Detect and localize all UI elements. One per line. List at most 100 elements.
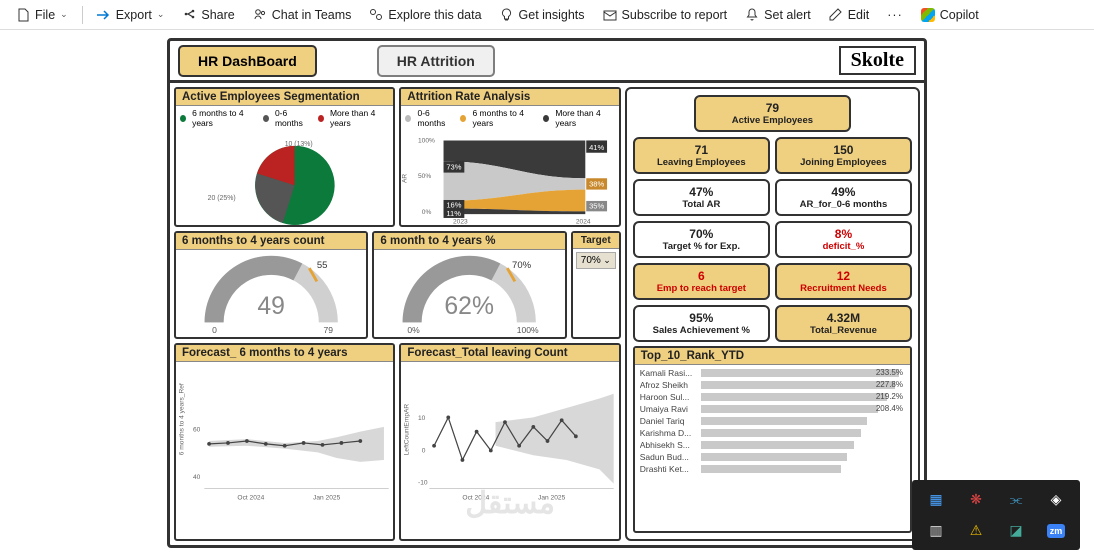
chevron-down-icon: ⌄ bbox=[60, 9, 68, 20]
subscribe-icon bbox=[603, 8, 617, 22]
bar-row[interactable]: Haroon Sul...219.2% bbox=[640, 392, 905, 402]
kpi-card[interactable]: 95%Sales Achievement % bbox=[633, 305, 770, 342]
copilot-label: Copilot bbox=[940, 8, 979, 22]
explore-label: Explore this data bbox=[388, 8, 481, 22]
svg-text:10 (13%): 10 (13%) bbox=[285, 141, 313, 148]
kpi-label: Recruitment Needs bbox=[779, 283, 908, 294]
kpi-card[interactable]: 49%AR_for_0-6 months bbox=[775, 179, 912, 216]
bar-value: 219.2% bbox=[876, 392, 903, 401]
bar-row[interactable]: Afroz Sheikh227.8% bbox=[640, 380, 905, 390]
kpi-card[interactable]: 6Emp to reach target bbox=[633, 263, 770, 300]
svg-text:100%: 100% bbox=[517, 325, 539, 335]
share-icon bbox=[182, 8, 196, 22]
share-button[interactable]: Share bbox=[174, 5, 242, 25]
target-dropdown[interactable]: 70% ⌄ bbox=[576, 252, 616, 269]
kpi-label: Emp to reach target bbox=[637, 283, 766, 294]
taskbar-app-1[interactable]: ▦ bbox=[918, 486, 954, 513]
bar-row[interactable]: Sadun Bud... bbox=[640, 452, 905, 462]
svg-text:LeftCountEmpAR: LeftCountEmpAR bbox=[404, 404, 411, 456]
kpi-card[interactable]: 12Recruitment Needs bbox=[775, 263, 912, 300]
bell-icon bbox=[745, 8, 759, 22]
kpi-value: 95% bbox=[637, 311, 766, 325]
explore-button[interactable]: Explore this data bbox=[361, 5, 489, 25]
subscribe-button[interactable]: Subscribe to report bbox=[595, 5, 736, 25]
chevron-down-icon: ⌄ bbox=[157, 9, 165, 20]
svg-text:40: 40 bbox=[193, 474, 201, 481]
kpi-card[interactable]: 47%Total AR bbox=[633, 179, 770, 216]
report-canvas: HR DashBoard HR Attrition Skolte Active … bbox=[0, 30, 1094, 558]
edit-button[interactable]: Edit bbox=[821, 5, 878, 25]
taskbar-app-3[interactable]: ⫘ bbox=[998, 486, 1034, 513]
segmentation-panel[interactable]: Active Employees Segmentation 6 months t… bbox=[174, 87, 395, 227]
bar-name: Abhisekh S... bbox=[640, 440, 698, 450]
bar-row[interactable]: Umaiya Ravi208.4% bbox=[640, 404, 905, 414]
subscribe-label: Subscribe to report bbox=[622, 8, 728, 22]
bar-row[interactable]: Kamali Rasi...233.5% bbox=[640, 368, 905, 378]
svg-text:100%: 100% bbox=[418, 137, 435, 144]
export-menu[interactable]: Export ⌄ bbox=[89, 5, 173, 25]
forecast-2-panel[interactable]: Forecast_Total leaving Count مستقل LeftC… bbox=[399, 343, 620, 541]
chat-teams-button[interactable]: Chat in Teams bbox=[245, 5, 360, 25]
bar-row[interactable]: Abhisekh S... bbox=[640, 440, 905, 450]
pencil-icon bbox=[829, 8, 843, 22]
svg-text:10: 10 bbox=[418, 415, 426, 422]
taskbar-app-6[interactable]: ⚠ bbox=[958, 517, 994, 544]
bar-row[interactable]: Drashti Ket... bbox=[640, 464, 905, 474]
kpi-label: Active Employees bbox=[698, 115, 846, 126]
kpi-label: Total AR bbox=[637, 199, 766, 210]
kpi-card[interactable]: 150Joining Employees bbox=[775, 137, 912, 174]
bar-name: Drashti Ket... bbox=[640, 464, 698, 474]
kpi-card[interactable]: 8%deficit_% bbox=[775, 221, 912, 258]
kpi-card[interactable]: 79Active Employees bbox=[694, 95, 850, 132]
taskbar-app-5[interactable]: ▥ bbox=[918, 517, 954, 544]
insights-button[interactable]: Get insights bbox=[492, 5, 593, 25]
kpi-card[interactable]: 70%Target % for Exp. bbox=[633, 221, 770, 258]
alert-button[interactable]: Set alert bbox=[737, 5, 819, 25]
svg-text:35%: 35% bbox=[589, 202, 604, 211]
attrition-panel[interactable]: Attrition Rate Analysis 0-6 months 6 mon… bbox=[399, 87, 620, 227]
gauge-count-panel[interactable]: 6 months to 4 years count 55 49 0 79 bbox=[174, 231, 368, 339]
edit-label: Edit bbox=[848, 8, 870, 22]
forecast-1-panel[interactable]: Forecast_ 6 months to 4 years 6 months t… bbox=[174, 343, 395, 541]
copilot-button[interactable]: Copilot bbox=[913, 5, 987, 25]
kpi-card[interactable]: 4.32MTotal_Revenue bbox=[775, 305, 912, 342]
kpi-value: 47% bbox=[637, 185, 766, 199]
svg-text:70%: 70% bbox=[512, 260, 532, 271]
kpi-label: Sales Achievement % bbox=[637, 325, 766, 336]
kpi-card[interactable]: 71Leaving Employees bbox=[633, 137, 770, 174]
bar-row[interactable]: Daniel Tariq bbox=[640, 416, 905, 426]
svg-text:Jan 2025: Jan 2025 bbox=[313, 495, 341, 502]
taskbar-app-2[interactable]: ❋ bbox=[958, 486, 994, 513]
svg-text:0: 0 bbox=[422, 447, 426, 454]
segmentation-legend: 6 months to 4 years 0-6 months More than… bbox=[176, 106, 393, 130]
taskbar-app-8[interactable]: zm bbox=[1038, 517, 1074, 544]
svg-text:79: 79 bbox=[324, 325, 334, 335]
export-label: Export bbox=[116, 8, 152, 22]
attrition-title: Attrition Rate Analysis bbox=[401, 89, 618, 106]
file-menu[interactable]: File ⌄ bbox=[8, 5, 76, 25]
kpi-label: Leaving Employees bbox=[637, 157, 766, 168]
taskbar-app-4[interactable]: ◈ bbox=[1038, 486, 1074, 513]
svg-text:62%: 62% bbox=[445, 293, 495, 320]
segmentation-title: Active Employees Segmentation bbox=[176, 89, 393, 106]
taskbar-overlay: ▦ ❋ ⫘ ◈ ▥ ⚠ ◪ zm bbox=[912, 480, 1080, 550]
top10-panel[interactable]: Top_10_Rank_YTD Kamali Rasi...233.5%Afro… bbox=[633, 346, 912, 533]
target-slicer[interactable]: Target 70% ⌄ bbox=[571, 231, 621, 339]
attrition-legend: 0-6 months 6 months to 4 years More than… bbox=[401, 106, 618, 130]
svg-text:38%: 38% bbox=[589, 180, 604, 189]
kpi-value: 6 bbox=[637, 269, 766, 283]
gauge-pct-panel[interactable]: 6 month to 4 years % 70% 62% 0% 100% bbox=[372, 231, 566, 339]
file-icon bbox=[16, 8, 30, 22]
bar-value: 208.4% bbox=[876, 404, 903, 413]
svg-text:20 (25%): 20 (25%) bbox=[208, 195, 236, 202]
svg-text:2023: 2023 bbox=[453, 219, 468, 226]
bar-name: Afroz Sheikh bbox=[640, 380, 698, 390]
kpi-label: AR_for_0-6 months bbox=[779, 199, 908, 210]
bar-row[interactable]: Karishma D... bbox=[640, 428, 905, 438]
hr-attrition-button[interactable]: HR Attrition bbox=[377, 45, 495, 77]
svg-text:0%: 0% bbox=[408, 325, 421, 335]
app-toolbar: File ⌄ Export ⌄ Share Chat in Teams Expl… bbox=[0, 0, 1094, 30]
hr-dashboard-button[interactable]: HR DashBoard bbox=[178, 45, 317, 77]
taskbar-app-7[interactable]: ◪ bbox=[998, 517, 1034, 544]
more-menu[interactable]: ··· bbox=[879, 5, 911, 25]
